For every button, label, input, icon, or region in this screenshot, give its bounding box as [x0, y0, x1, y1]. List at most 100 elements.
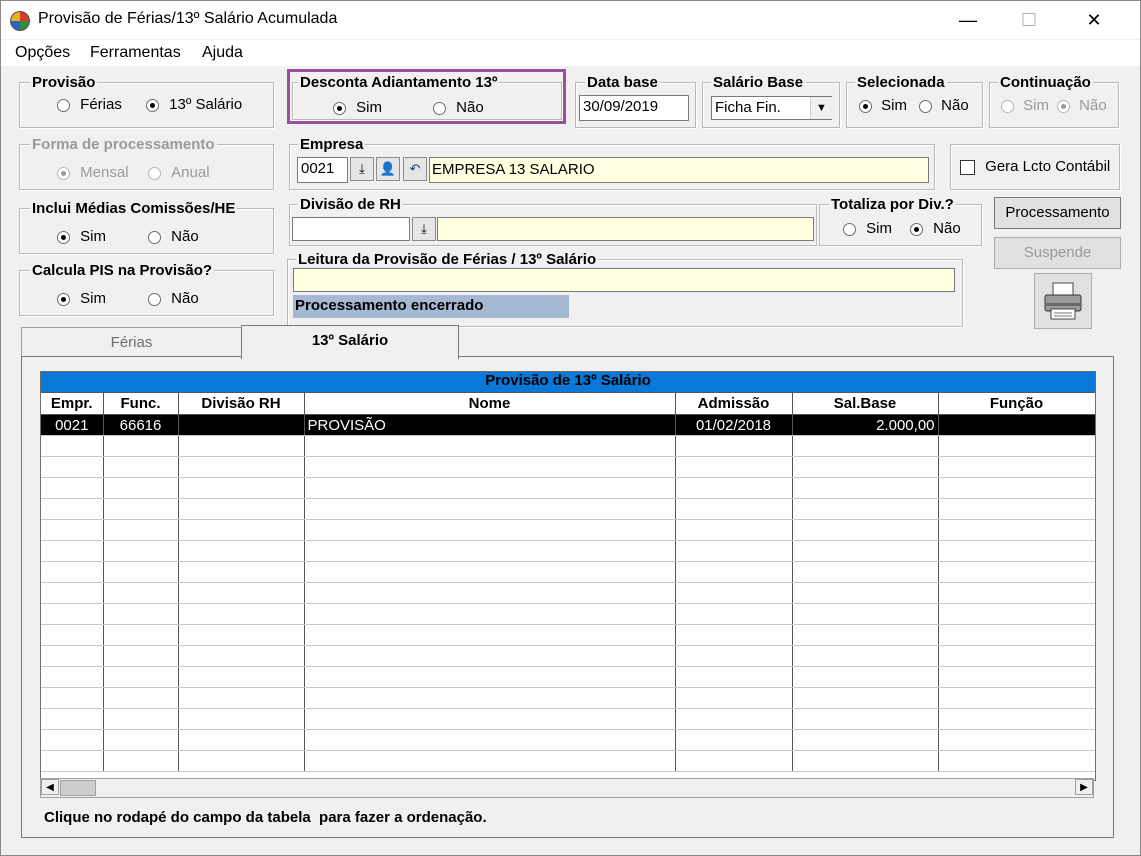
column-header[interactable]: Divisão RH [178, 393, 305, 415]
radio-icon[interactable] [1057, 99, 1070, 113]
radio-icon[interactable] [859, 99, 872, 113]
data-table[interactable]: Provisão de 13º Salário Empr. Func. Divi… [40, 371, 1096, 781]
data-base-input[interactable]: 30/09/2019 [579, 95, 689, 121]
continuacao-nao-option[interactable]: Não [1057, 97, 1107, 114]
forma-anual-option[interactable]: Anual [148, 164, 210, 181]
table-row[interactable] [41, 666, 1095, 688]
divisao-code-input[interactable] [292, 217, 410, 241]
radio-icon[interactable] [843, 222, 856, 236]
medias-sim-option[interactable]: Sim [57, 228, 106, 245]
table-cell [178, 498, 305, 520]
table-row[interactable] [41, 498, 1095, 520]
table-title: Provisão de 13º Salário [41, 372, 1095, 393]
radio-icon[interactable] [57, 166, 70, 180]
maximize-button[interactable]: ☐ [1006, 1, 1052, 39]
table-cell [103, 582, 179, 604]
table-row[interactable]: 0021 66616 PROVISÃO 01/02/2018 2.000,00 [41, 414, 1095, 436]
table-cell [304, 666, 676, 688]
minimize-button[interactable]: — [945, 1, 991, 39]
table-row[interactable] [41, 645, 1095, 667]
radio-icon[interactable] [1001, 99, 1014, 113]
column-header[interactable]: Nome [304, 393, 676, 415]
table-cell [41, 750, 104, 772]
table-row[interactable] [41, 519, 1095, 541]
close-button[interactable]: ✕ [1071, 1, 1117, 39]
totaliza-nao-option[interactable]: Não [910, 220, 961, 237]
table-row[interactable] [41, 687, 1095, 709]
table-cell [304, 687, 676, 709]
provisao-ferias-option[interactable]: Férias [57, 96, 122, 113]
table-row[interactable] [41, 624, 1095, 646]
radio-icon[interactable] [148, 166, 161, 180]
table-cell [304, 519, 676, 541]
menu-opcoes[interactable]: Opções [15, 44, 70, 62]
tab-13-salario[interactable]: 13º Salário [241, 325, 459, 359]
radio-icon[interactable] [57, 98, 70, 112]
table-cell [304, 456, 676, 478]
selecionada-nao-option[interactable]: Não [919, 97, 969, 114]
table-row[interactable] [41, 582, 1095, 604]
scroll-left-icon[interactable]: ◀ [41, 779, 59, 795]
checkbox-icon[interactable] [960, 159, 975, 175]
provisao-13-option[interactable]: 13º Salário [146, 96, 242, 113]
scroll-right-icon[interactable]: ▶ [1075, 779, 1093, 795]
table-row[interactable] [41, 435, 1095, 457]
empresa-code-input[interactable]: 0021 [297, 157, 348, 183]
table-row[interactable] [41, 708, 1095, 730]
table-cell [41, 708, 104, 730]
radio-icon[interactable] [433, 101, 446, 115]
gera-lcto-checkbox[interactable]: Gera Lcto Contábil [960, 158, 1110, 175]
continuacao-sim-option[interactable]: Sim [1001, 97, 1049, 114]
radio-icon[interactable] [57, 292, 70, 306]
column-header[interactable]: Sal.Base [792, 393, 939, 415]
window-title: Provisão de Férias/13º Salário Acumulada [38, 10, 338, 27]
radio-icon[interactable] [148, 292, 161, 306]
selecionada-sim-option[interactable]: Sim [859, 97, 907, 114]
person-search-icon[interactable]: 👤 [376, 157, 400, 181]
table-row[interactable] [41, 729, 1095, 751]
table-row[interactable] [41, 750, 1095, 772]
radio-icon[interactable] [333, 101, 346, 115]
table-row[interactable] [41, 561, 1095, 583]
chevron-down-icon[interactable]: ▼ [810, 97, 832, 119]
desconta-nao-option[interactable]: Não [433, 99, 484, 116]
table-cell [938, 582, 1095, 604]
horizontal-scrollbar[interactable] [40, 778, 1094, 798]
download-icon[interactable]: ⤓ [412, 217, 436, 241]
column-header[interactable]: Função [938, 393, 1095, 415]
forma-mensal-option[interactable]: Mensal [57, 164, 129, 181]
scroll-thumb[interactable] [60, 780, 96, 796]
suspende-button[interactable]: Suspende [994, 237, 1121, 269]
table-cell [103, 477, 179, 499]
table-cell [304, 582, 676, 604]
radio-icon[interactable] [57, 230, 70, 244]
table-row[interactable] [41, 603, 1095, 625]
table-cell [41, 687, 104, 709]
salario-base-label: Salário Base [711, 74, 806, 91]
processamento-button[interactable]: Processamento [994, 197, 1121, 229]
column-header[interactable]: Admissão [675, 393, 793, 415]
table-cell [938, 624, 1095, 646]
menu-ajuda[interactable]: Ajuda [202, 44, 243, 62]
column-header[interactable]: Empr. [41, 393, 104, 415]
column-header[interactable]: Func. [103, 393, 179, 415]
undo-icon[interactable]: ↶ [403, 157, 427, 181]
menu-ferramentas[interactable]: Ferramentas [90, 44, 181, 62]
pis-nao-option[interactable]: Não [148, 290, 199, 307]
table-row[interactable] [41, 456, 1095, 478]
medias-nao-option[interactable]: Não [148, 228, 199, 245]
radio-icon[interactable] [148, 230, 161, 244]
desconta-sim-option[interactable]: Sim [333, 99, 382, 116]
radio-icon[interactable] [919, 99, 932, 113]
tab-ferias[interactable]: Férias [21, 327, 242, 358]
totaliza-sim-option[interactable]: Sim [843, 220, 892, 237]
table-cell [304, 708, 676, 730]
download-icon[interactable]: ⤓ [350, 157, 374, 181]
print-button[interactable] [1034, 273, 1092, 329]
pis-sim-option[interactable]: Sim [57, 290, 106, 307]
table-row[interactable] [41, 540, 1095, 562]
table-cell [792, 750, 939, 772]
radio-icon[interactable] [910, 222, 923, 236]
table-row[interactable] [41, 477, 1095, 499]
radio-icon[interactable] [146, 98, 159, 112]
